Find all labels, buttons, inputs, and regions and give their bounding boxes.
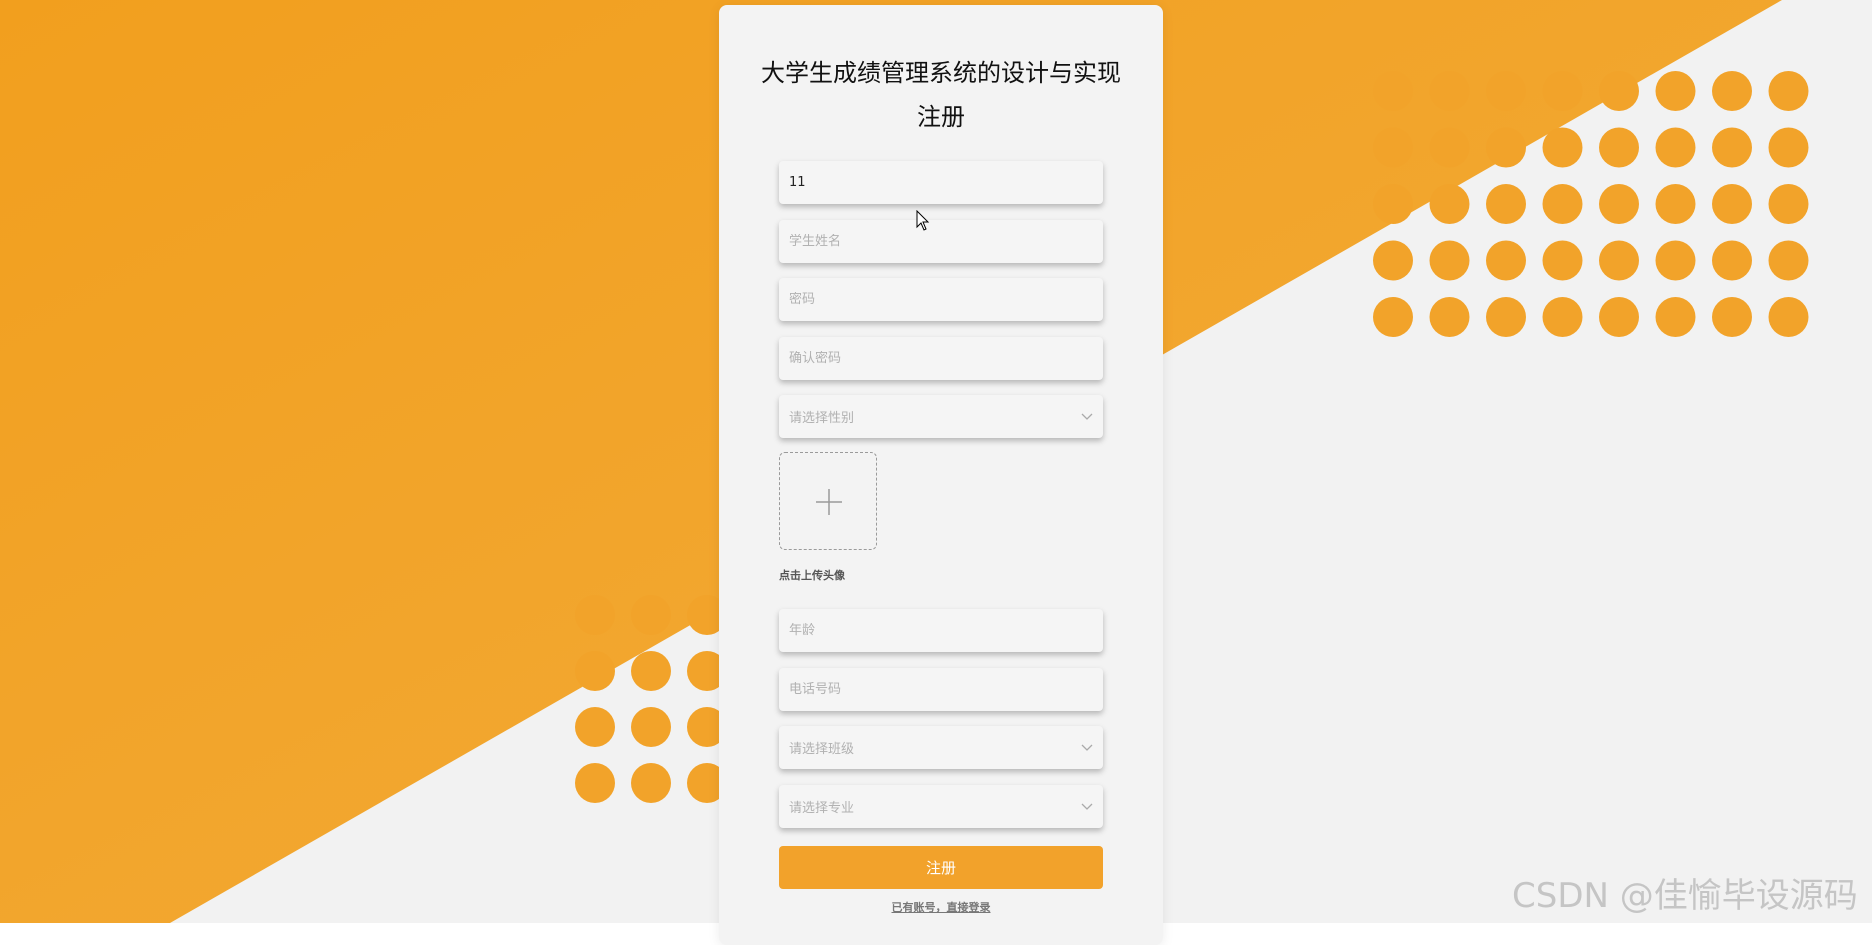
decorative-dot [1655,71,1696,111]
plus-icon [816,489,842,515]
decorative-dot [1486,127,1526,168]
confirm-password-field[interactable] [779,337,1103,380]
password-input[interactable] [789,292,1093,307]
decorative-dot [1599,240,1639,281]
mouse-pointer-icon [916,210,930,231]
decorative-dot [631,763,671,803]
decorative-dot [1712,297,1752,337]
chevron-down-icon [1081,744,1093,751]
register-button[interactable]: 注册 [779,846,1103,889]
student-id-field[interactable] [779,161,1103,204]
decorative-dot [1542,184,1583,224]
student-id-input[interactable] [789,175,1093,190]
class-select-placeholder: 请选择班级 [789,742,855,757]
avatar-upload[interactable] [779,452,877,550]
major-select[interactable]: 请选择专业 [779,785,1103,828]
chevron-down-icon [1081,413,1093,420]
decorative-dot [1712,184,1752,224]
decorative-dot [631,595,671,635]
decorative-dot [1599,184,1639,224]
age-field[interactable] [779,609,1103,652]
student-name-field[interactable] [779,220,1103,263]
decorative-dot [631,651,671,691]
decorative-dot [1768,71,1809,111]
phone-input[interactable] [789,682,1093,697]
decorative-dot [1599,127,1639,168]
major-select-placeholder: 请选择专业 [789,801,855,816]
login-link[interactable]: 已有账号，直接登录 [719,899,1163,915]
decorative-dot [1542,71,1583,111]
decorative-dot [1486,184,1526,224]
decorative-dot [1655,240,1696,281]
decorative-dot [1373,71,1413,111]
decorative-dot [1486,71,1526,111]
age-input[interactable] [789,623,1093,638]
decorative-dot [1599,71,1639,111]
decorative-dot [1373,240,1413,281]
decorative-dot [1768,184,1809,224]
decorative-dot [1712,71,1752,111]
confirm-password-input[interactable] [789,351,1093,366]
watermark: CSDN @佳愉毕设源码 [1512,876,1858,916]
decorative-dot [1429,240,1470,281]
decorative-dot [1599,297,1639,337]
decorative-dots-left [575,595,727,803]
decorative-dot [1768,240,1809,281]
decorative-dot [575,651,615,691]
decorative-dot [1429,184,1470,224]
decorative-dot [1542,297,1583,337]
decorative-dot [1373,297,1413,337]
class-select[interactable]: 请选择班级 [779,726,1103,769]
gender-select-placeholder: 请选择性别 [789,411,855,426]
decorative-dot [1373,127,1413,168]
system-title: 大学生成绩管理系统的设计与实现 [761,59,1121,87]
password-field[interactable] [779,278,1103,321]
chevron-down-icon [1081,803,1093,810]
gender-select[interactable]: 请选择性别 [779,395,1103,438]
phone-field[interactable] [779,668,1103,711]
decorative-dot [1655,297,1696,337]
decorative-dot [1429,297,1470,337]
decorative-dot [1712,240,1752,281]
student-name-input[interactable] [789,234,1093,249]
decorative-dot [1373,184,1413,224]
register-card: 大学生成绩管理系统的设计与实现 注册 请选择性别 点击上传头像 请选择班级 请选… [719,5,1163,945]
decorative-dot [1655,184,1696,224]
decorative-dot [1429,127,1470,168]
decorative-dot [1486,240,1526,281]
decorative-dot [1542,240,1583,281]
avatar-upload-hint: 点击上传头像 [779,569,845,582]
decorative-dot [1486,297,1526,337]
decorative-dot [1655,127,1696,168]
decorative-dot [1768,297,1809,337]
decorative-dot [1429,71,1470,111]
decorative-dot [575,707,615,747]
decorative-dot [631,707,671,747]
decorative-dot [1542,127,1583,168]
decorative-dot [1712,127,1752,168]
decorative-dot [575,763,615,803]
page-title: 注册 [917,103,965,131]
decorative-dot [575,595,615,635]
decorative-dot [1768,127,1809,168]
